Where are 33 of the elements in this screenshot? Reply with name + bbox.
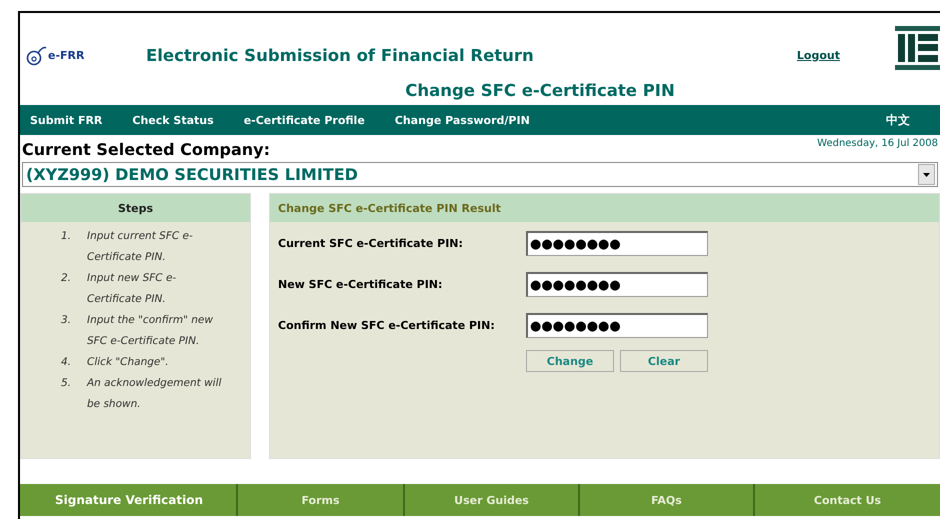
form-header: Change SFC e-Certificate PIN Result xyxy=(270,194,939,222)
language-link[interactable]: 中文 xyxy=(886,112,910,128)
step-text: An acknowledgement will be shown. xyxy=(87,376,222,412)
logout-link[interactable]: Logout xyxy=(796,48,840,62)
nav-link[interactable]: Submit FRR xyxy=(30,114,102,126)
dropdown-arrow-icon xyxy=(923,172,930,176)
nav-link[interactable]: e-Certificate Profile xyxy=(244,114,365,126)
field-label: Current SFC e-Certificate PIN: xyxy=(278,237,464,250)
step-number: 3. xyxy=(61,313,72,328)
step-text: Click "Change". xyxy=(87,355,170,370)
steps-header: Steps xyxy=(21,194,250,222)
step-number: 5. xyxy=(61,376,72,391)
nav-link[interactable]: Change Password/PIN xyxy=(394,114,530,126)
pin-field[interactable]: ●●●●●●●● xyxy=(526,231,708,256)
date-text: Wednesday, 16 Jul 2008 xyxy=(817,138,938,149)
field-label: Confirm New SFC e-Certificate PIN: xyxy=(278,319,496,332)
step-text: Input the "confirm" new SFC e-Certificate PIN. xyxy=(87,313,214,349)
page-title: Change SFC e-Certificate PIN xyxy=(404,81,675,100)
logo-text: e-FRR xyxy=(48,48,84,62)
field-label: New SFC e-Certificate PIN: xyxy=(278,278,444,291)
key-icon xyxy=(26,44,48,66)
step-text: Input current SFC e-Certificate PIN. xyxy=(87,229,194,265)
site-title: Electronic Submission of Financial Return xyxy=(146,46,535,64)
organization-logo-icon xyxy=(895,26,940,70)
pin-field[interactable]: ●●●●●●●● xyxy=(526,272,708,297)
company-select[interactable]: (XYZ999) DEMO SECURITIES LIMITED xyxy=(22,162,938,187)
pin-field[interactable]: ●●●●●●●● xyxy=(526,313,708,338)
nav-link[interactable]: Check Status xyxy=(132,114,214,126)
step-number: 2. xyxy=(61,271,72,286)
step-text: Input new SFC e-Certificate PIN. xyxy=(87,271,178,307)
step-number: 1. xyxy=(61,229,72,244)
company-label: Current Selected Company: xyxy=(22,140,270,159)
step-number: 4. xyxy=(61,355,72,370)
